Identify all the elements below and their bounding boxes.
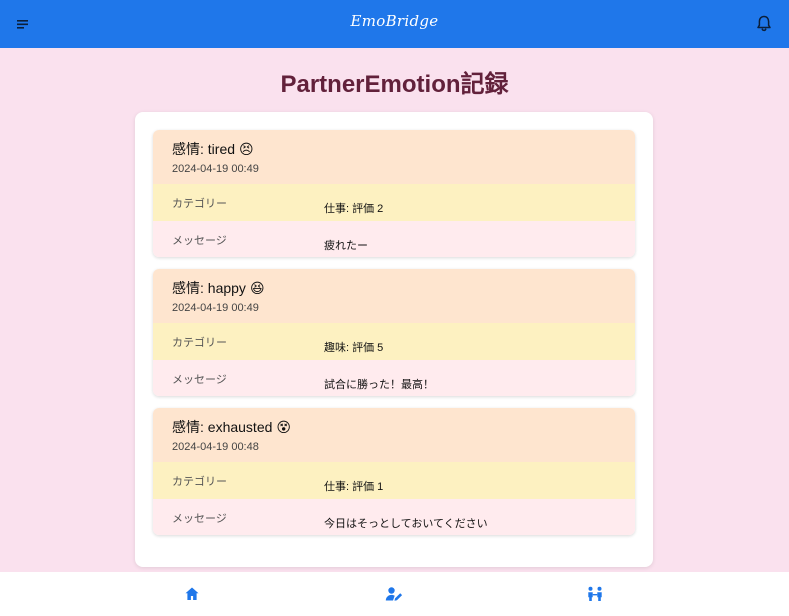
emotion-record-card: 感情: tired 😣 2024-04-19 00:49 カテゴリー 仕事: 評価… bbox=[153, 130, 635, 257]
record-datetime: 2024-04-19 00:49 bbox=[172, 163, 259, 175]
message-row: メッセージ 試合に勝った！最高！ bbox=[153, 360, 635, 396]
message-row: メッセージ 今日はそっとしておいてください bbox=[153, 499, 635, 535]
message-value: 今日はそっとしておいてください bbox=[324, 518, 488, 530]
category-label: カテゴリー bbox=[172, 337, 227, 349]
message-label: メッセージ bbox=[172, 235, 227, 247]
top-app-bar: EmoBridge bbox=[0, 0, 789, 48]
emotion-label: 感情: tired bbox=[172, 141, 236, 157]
emotion-title: 感情: tired 😣 bbox=[172, 139, 254, 159]
message-label: メッセージ bbox=[172, 374, 227, 386]
category-row: カテゴリー 仕事: 評価 1 bbox=[153, 462, 635, 499]
record-header: 感情: exhausted 😵 2024-04-19 00:48 bbox=[153, 408, 635, 462]
emotion-label: 感情: happy bbox=[172, 280, 246, 296]
emotion-record-card: 感情: happy 😆 2024-04-19 00:49 カテゴリー 趣味: 評価… bbox=[153, 269, 635, 396]
record-datetime: 2024-04-19 00:49 bbox=[172, 302, 259, 314]
emotion-label: 感情: exhausted bbox=[172, 419, 273, 435]
message-value: 試合に勝った！最高！ bbox=[324, 379, 434, 391]
emotion-title: 感情: happy 😆 bbox=[172, 278, 265, 298]
category-value: 仕事: 評価 1 bbox=[324, 481, 384, 493]
message-label: メッセージ bbox=[172, 513, 227, 525]
message-row: メッセージ 疲れたー bbox=[153, 221, 635, 257]
page-title: PartnerEmotion記録 bbox=[280, 71, 509, 98]
app-logo: EmoBridge bbox=[350, 12, 439, 30]
category-row: カテゴリー 仕事: 評価 2 bbox=[153, 184, 635, 221]
emotion-emoji-icon: 😵 bbox=[276, 420, 291, 436]
bottom-navigation bbox=[0, 572, 789, 616]
partners-icon[interactable] bbox=[586, 586, 604, 602]
emotion-record-card: 感情: exhausted 😵 2024-04-19 00:48 カテゴリー 仕事… bbox=[153, 408, 635, 535]
message-value: 疲れたー bbox=[324, 240, 368, 252]
category-value: 仕事: 評価 2 bbox=[324, 203, 384, 215]
record-header: 感情: happy 😆 2024-04-19 00:49 bbox=[153, 269, 635, 323]
records-panel: 感情: tired 😣 2024-04-19 00:49 カテゴリー 仕事: 評価… bbox=[135, 112, 653, 567]
home-icon[interactable] bbox=[184, 586, 200, 602]
category-label: カテゴリー bbox=[172, 198, 227, 210]
emotion-emoji-icon: 😣 bbox=[239, 142, 254, 158]
category-label: カテゴリー bbox=[172, 476, 227, 488]
emotion-title: 感情: exhausted 😵 bbox=[172, 417, 291, 437]
bell-icon[interactable] bbox=[755, 14, 773, 34]
user-edit-icon[interactable] bbox=[385, 586, 403, 602]
record-header: 感情: tired 😣 2024-04-19 00:49 bbox=[153, 130, 635, 184]
record-datetime: 2024-04-19 00:48 bbox=[172, 441, 259, 453]
emotion-emoji-icon: 😆 bbox=[249, 281, 265, 297]
category-value: 趣味: 評価 5 bbox=[324, 342, 384, 354]
category-row: カテゴリー 趣味: 評価 5 bbox=[153, 323, 635, 360]
